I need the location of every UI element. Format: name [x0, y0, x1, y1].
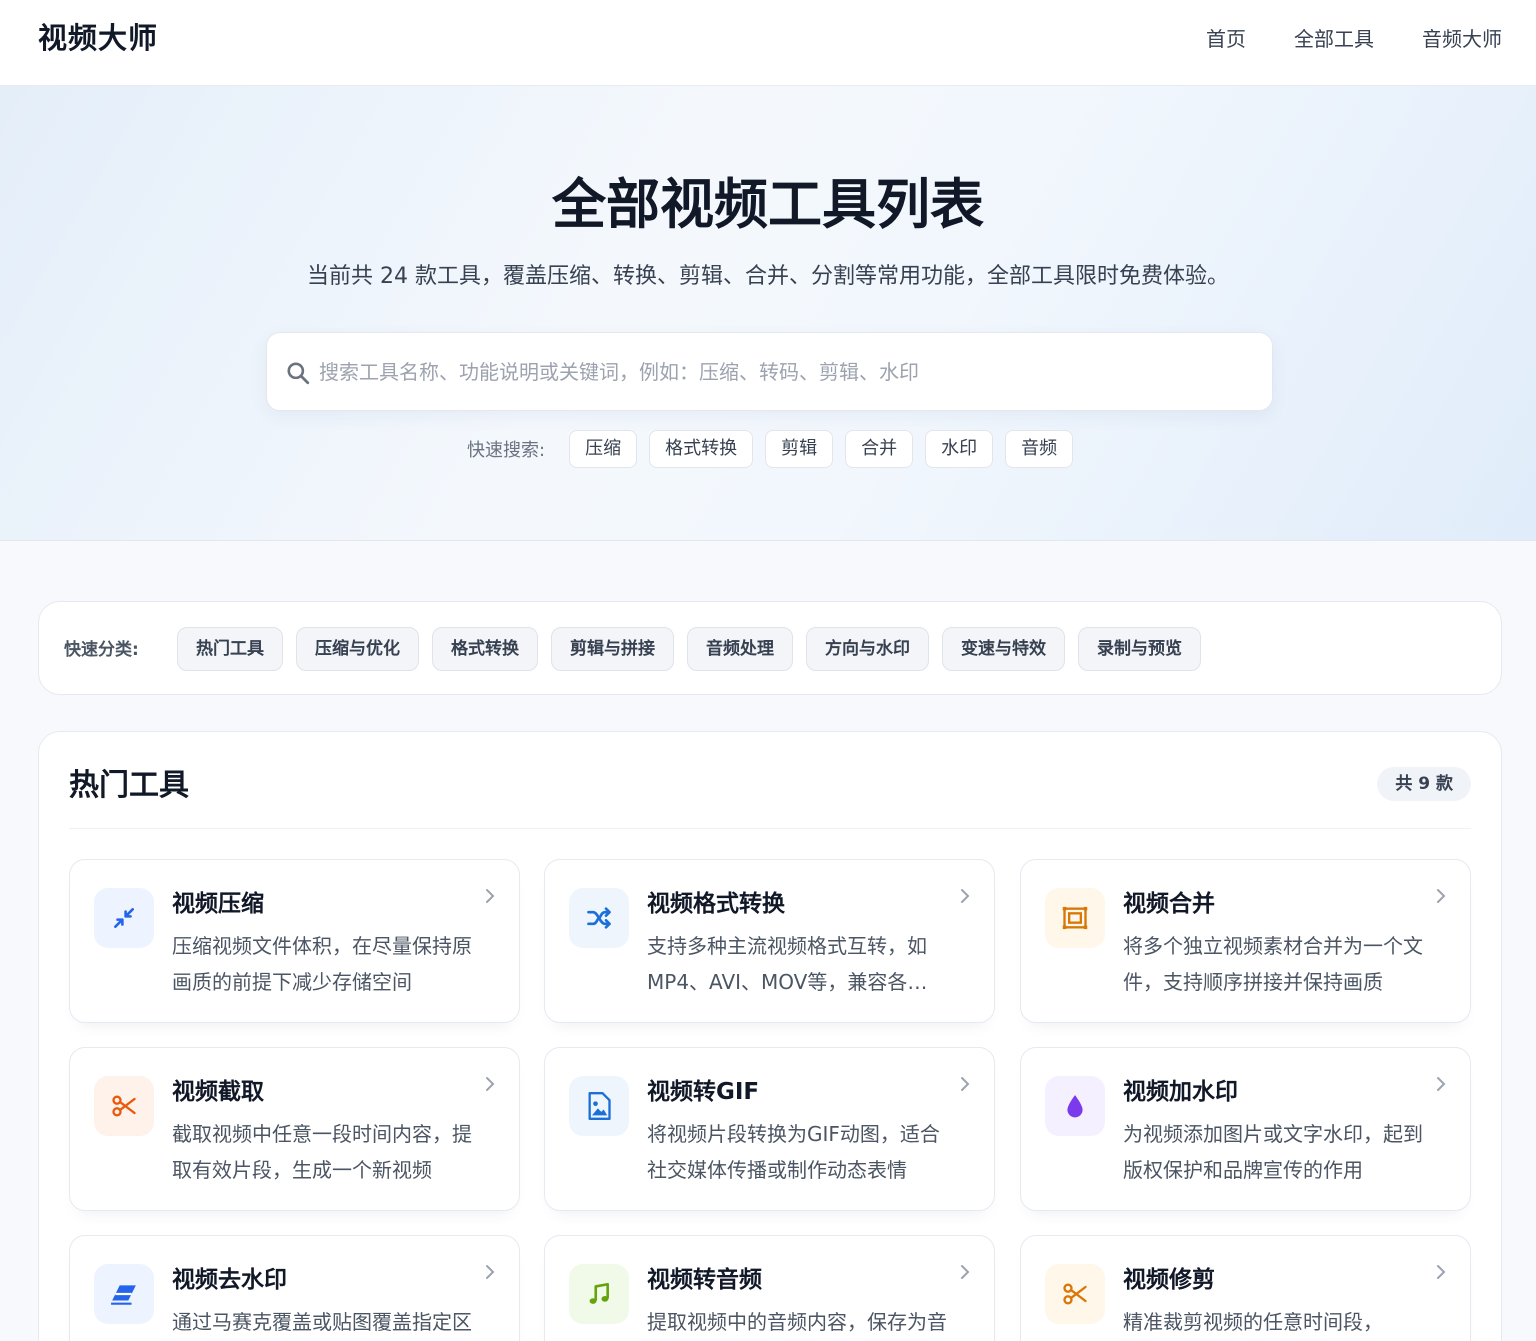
- chevron-right-icon: [486, 1265, 495, 1279]
- tool-card-remove-watermark[interactable]: 视频去水印 通过马赛克覆盖或贴图覆盖指定区域水印: [69, 1235, 520, 1341]
- tool-description: 将视频片段转换为GIF动图，适合社交媒体传播或制作动态表情: [647, 1122, 940, 1182]
- main-nav: 首页 全部工具 音频大师: [1206, 22, 1502, 56]
- tool-title: 视频格式转换: [647, 891, 785, 917]
- chevron-right-icon: [961, 1077, 970, 1091]
- chevron-right-icon: [1437, 889, 1446, 903]
- eraser-icon: [111, 1285, 136, 1305]
- tool-card-video-merge[interactable]: 视频合并 将多个独立视频素材合并为一个文件，支持顺序拼接并保持画质: [1020, 859, 1471, 1023]
- tool-description: 截取视频中任意一段时间内容，提取有效片段，生成一个新视频: [172, 1122, 472, 1182]
- tool-description: 将多个独立视频素材合并为一个文件，支持顺序拼接并保持画质: [1123, 934, 1423, 994]
- tool-title: 视频截取: [172, 1079, 264, 1105]
- category-rotate-watermark[interactable]: 方向与水印: [806, 627, 929, 671]
- search-box: [266, 332, 1273, 411]
- scissors-icon: [112, 1095, 136, 1117]
- tool-icon-box: [569, 888, 629, 948]
- tool-card-video-to-audio[interactable]: 视频转音频 提取视频中的音频内容，保存为音频文件: [544, 1235, 995, 1341]
- tool-card-video-clip[interactable]: 视频截取 截取视频中任意一段时间内容，提取有效片段，生成一个新视频: [69, 1047, 520, 1211]
- tool-description: 提取视频中的音频内容，保存为音频文件: [647, 1310, 947, 1334]
- tool-icon-box: [94, 1264, 154, 1324]
- tool-title: 视频转音频: [647, 1267, 762, 1293]
- tool-title: 视频合并: [1123, 891, 1215, 917]
- category-convert[interactable]: 格式转换: [432, 627, 538, 671]
- quick-tag-edit[interactable]: 剪辑: [765, 430, 834, 468]
- tool-description: 为视频添加图片或文字水印，起到版权保护和品牌宣传的作用: [1123, 1122, 1423, 1182]
- tool-title: 视频加水印: [1123, 1079, 1238, 1105]
- category-list: 热门工具 压缩与优化 格式转换 剪辑与拼接 音频处理 方向与水印 变速与特效 录…: [177, 627, 1201, 671]
- image-icon: [588, 1092, 611, 1120]
- quick-tag-merge[interactable]: 合并: [845, 430, 914, 468]
- section-divider: [69, 828, 1471, 829]
- tool-icon-box: [1045, 1264, 1105, 1324]
- site-logo[interactable]: 视频大师: [38, 18, 158, 58]
- chevron-right-icon: [486, 889, 495, 903]
- page-subtitle: 当前共 24 款工具，覆盖压缩、转换、剪辑、合并、分割等常用功能，全部工具限时免…: [307, 264, 1229, 289]
- tool-description: 精准裁剪视频的任意时间段，: [1123, 1310, 1383, 1334]
- tool-title: 视频转GIF: [647, 1079, 760, 1105]
- chevron-right-icon: [486, 1077, 495, 1091]
- tool-icon-box: [1045, 888, 1105, 948]
- quick-tag-compress[interactable]: 压缩: [569, 430, 638, 468]
- tool-title: 视频修剪: [1123, 1267, 1215, 1293]
- category-speed-effects[interactable]: 变速与特效: [942, 627, 1065, 671]
- category-record-preview[interactable]: 录制与预览: [1078, 627, 1201, 671]
- tool-icon-box: [94, 888, 154, 948]
- category-bar: 快速分类: 热门工具 压缩与优化 格式转换 剪辑与拼接 音频处理 方向与水印 变…: [38, 601, 1502, 695]
- tool-count-badge: 共 9 款: [1377, 767, 1471, 801]
- tool-icon-box: [569, 1076, 629, 1136]
- page-title: 全部视频工具列表: [552, 173, 984, 236]
- chevron-right-icon: [1437, 1077, 1446, 1091]
- compress-icon: [114, 908, 134, 928]
- nav-audio-master[interactable]: 音频大师: [1422, 22, 1502, 56]
- quick-search-label: 快速搜索:: [467, 440, 546, 461]
- category-hot[interactable]: 热门工具: [177, 627, 283, 671]
- chevron-right-icon: [1437, 1265, 1446, 1279]
- chevron-right-icon: [961, 1265, 970, 1279]
- tool-description: 支持多种主流视频格式互转，如MP4、AVI、MOV等，兼容各类播放器: [647, 934, 928, 994]
- top-navbar: 视频大师 首页 全部工具 音频大师: [0, 0, 1536, 86]
- search-input[interactable]: [319, 351, 1239, 393]
- hero-section: 全部视频工具列表 当前共 24 款工具，覆盖压缩、转换、剪辑、合并、分割等常用功…: [0, 86, 1536, 541]
- category-label: 快速分类:: [64, 640, 139, 660]
- droplet-icon: [1067, 1095, 1083, 1118]
- tool-card-format-convert[interactable]: 视频格式转换 支持多种主流视频格式互转，如MP4、AVI、MOV等，兼容各类播放…: [544, 859, 995, 1023]
- section-title: 热门工具: [69, 768, 189, 803]
- tool-icon-box: [569, 1264, 629, 1324]
- search-icon: [287, 362, 310, 385]
- merge-icon: [1062, 906, 1088, 930]
- tool-description: 通过马赛克覆盖或贴图覆盖指定区域水印: [172, 1310, 472, 1334]
- tool-card-video-to-gif[interactable]: 视频转GIF 将视频片段转换为GIF动图，适合社交媒体传播或制作动态表情: [544, 1047, 995, 1211]
- tool-title: 视频压缩: [172, 891, 264, 917]
- tool-card-add-watermark[interactable]: 视频加水印 为视频添加图片或文字水印，起到版权保护和品牌宣传的作用: [1020, 1047, 1471, 1211]
- chevron-right-icon: [961, 889, 970, 903]
- tool-card-video-compress[interactable]: 视频压缩 压缩视频文件体积，在尽量保持原画质的前提下减少存储空间: [69, 859, 520, 1023]
- quick-search: 快速搜索: 压缩 格式转换 剪辑 合并 水印 音频: [467, 430, 1074, 468]
- nav-all-tools[interactable]: 全部工具: [1294, 22, 1374, 56]
- tool-description: 压缩视频文件体积，在尽量保持原画质的前提下减少存储空间: [172, 934, 472, 994]
- tool-title: 视频去水印: [172, 1267, 287, 1293]
- hot-tools-section: 热门工具 共 9 款 视频压缩 压缩视频文件体积，在尽量保持原画质的前提下减少存…: [38, 731, 1502, 1341]
- tool-card-video-trim[interactable]: 视频修剪 精准裁剪视频的任意时间段，: [1020, 1235, 1471, 1341]
- quick-tag-convert[interactable]: 格式转换: [649, 430, 754, 468]
- quick-tag-watermark[interactable]: 水印: [925, 430, 994, 468]
- tool-icon-box: [94, 1076, 154, 1136]
- music-icon: [589, 1282, 609, 1304]
- category-audio[interactable]: 音频处理: [687, 627, 793, 671]
- shuffle-icon: [587, 907, 611, 929]
- nav-home[interactable]: 首页: [1206, 22, 1246, 56]
- quick-tag-audio[interactable]: 音频: [1005, 430, 1074, 468]
- category-compress[interactable]: 压缩与优化: [296, 627, 419, 671]
- tool-icon-box: [1045, 1076, 1105, 1136]
- cut-icon: [1063, 1283, 1087, 1305]
- category-edit[interactable]: 剪辑与拼接: [551, 627, 674, 671]
